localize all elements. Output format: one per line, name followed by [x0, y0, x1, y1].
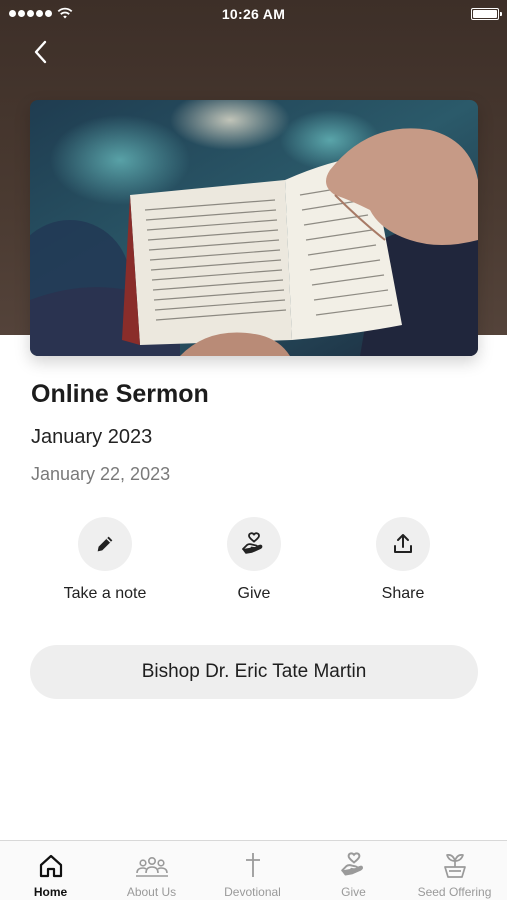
- give-label: Give: [237, 585, 271, 602]
- tab-give[interactable]: Give: [303, 841, 404, 900]
- heart-hand-icon: [242, 532, 263, 554]
- sermon-cover-image: [30, 100, 478, 356]
- tab-label: Give: [341, 885, 366, 899]
- tab-home[interactable]: Home: [0, 841, 101, 900]
- sermon-series: January 2023: [31, 426, 153, 448]
- tab-label: Seed Offering: [417, 885, 492, 899]
- people-icon: [135, 856, 168, 877]
- speaker-button[interactable]: Bishop Dr. Eric Tate Martin: [30, 645, 478, 699]
- tab-label: Home: [33, 885, 68, 899]
- share-button[interactable]: Share: [328, 517, 478, 603]
- tab-about-us[interactable]: About Us: [101, 841, 202, 900]
- seedling-icon: [443, 854, 466, 878]
- tab-devotional[interactable]: Devotional: [202, 841, 303, 900]
- tab-label: Devotional: [224, 885, 281, 899]
- heart-hand-icon: [340, 852, 363, 876]
- share-label: Share: [381, 585, 425, 602]
- sermon-title: Online Sermon: [31, 380, 209, 408]
- share-icon: [394, 534, 412, 553]
- take-note-label: Take a note: [63, 585, 147, 602]
- status-bar: 10:26 AM: [0, 0, 507, 28]
- sermon-date: January 22, 2023: [31, 464, 171, 484]
- back-button[interactable]: [26, 36, 58, 68]
- give-button[interactable]: Give: [179, 517, 329, 603]
- tab-seed-offering[interactable]: Seed Offering: [404, 841, 505, 900]
- bottom-tab-bar: Home About Us Devotional Give Seed Offer…: [0, 840, 507, 900]
- take-note-button[interactable]: Take a note: [30, 517, 180, 603]
- chevron-left-icon: [34, 40, 47, 64]
- pencil-icon: [97, 536, 113, 552]
- status-time: 10:26 AM: [221, 6, 286, 22]
- battery-icon: [471, 8, 502, 20]
- tab-label: About Us: [126, 885, 177, 899]
- cross-icon: [245, 853, 260, 877]
- home-icon: [39, 854, 62, 878]
